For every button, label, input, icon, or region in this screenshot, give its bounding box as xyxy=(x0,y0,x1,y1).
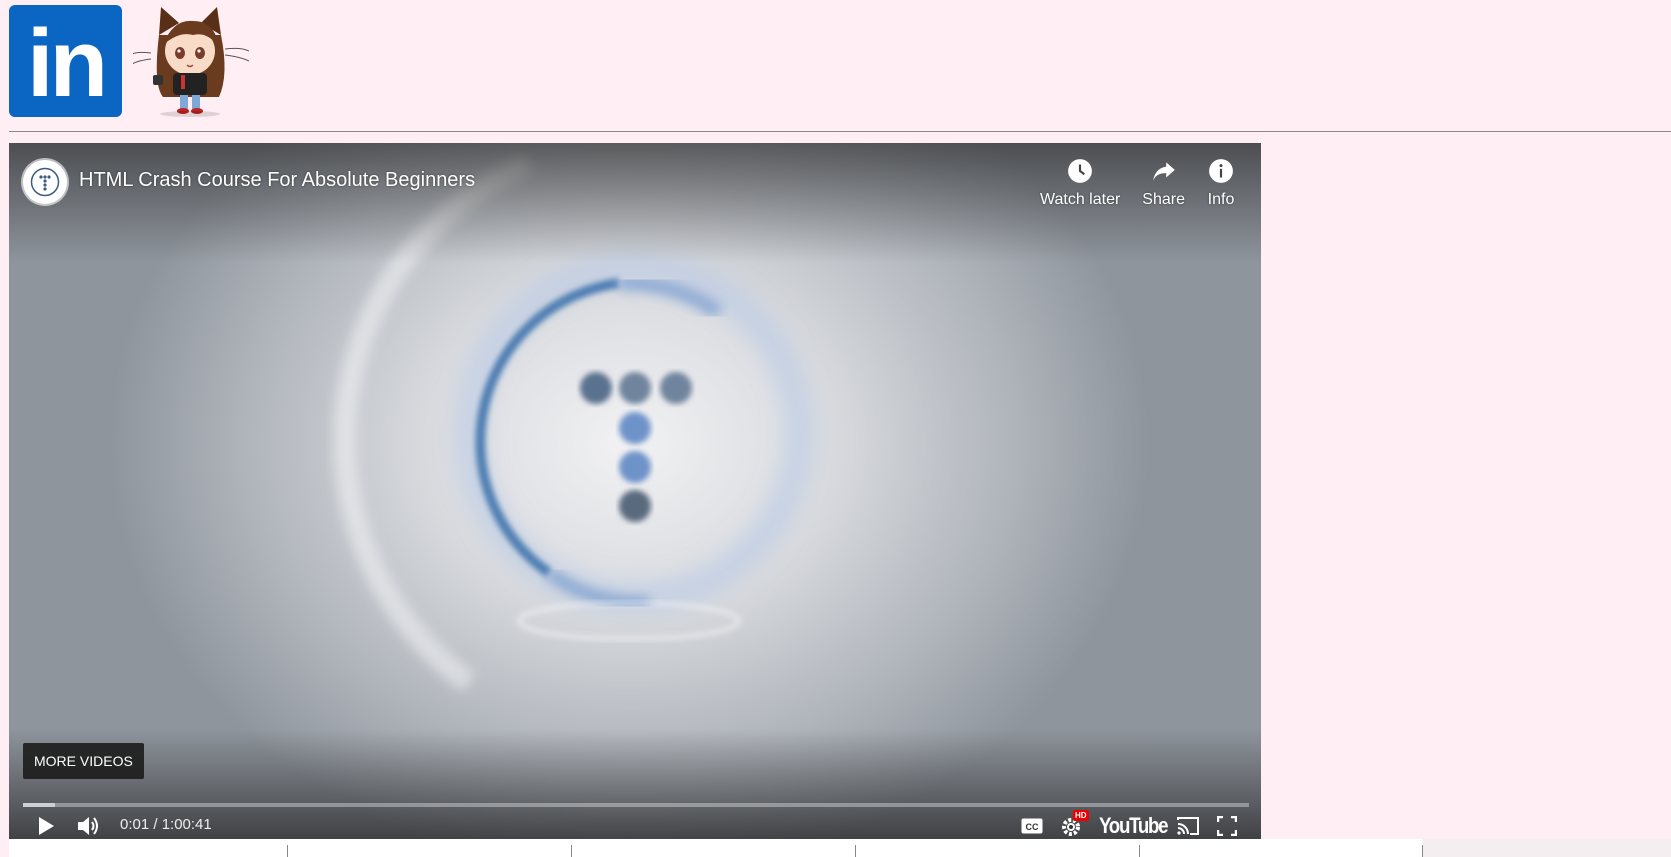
column-divider xyxy=(1139,845,1140,857)
play-icon xyxy=(39,817,54,835)
youtube-logo-link[interactable]: YouTube xyxy=(1099,813,1179,839)
horizontal-rule xyxy=(9,131,1671,132)
bottom-table-strip xyxy=(9,839,1423,857)
fullscreen-button[interactable] xyxy=(1214,813,1240,839)
header: in xyxy=(9,5,250,117)
linkedin-logo-link[interactable]: in xyxy=(9,5,122,117)
volume-icon xyxy=(78,817,98,835)
cc-icon: CC xyxy=(1021,818,1043,834)
column-divider xyxy=(855,845,856,857)
youtube-logo-text: YouTube xyxy=(1099,813,1169,838)
linkedin-logo-text: in xyxy=(26,10,108,117)
channel-logo-icon xyxy=(30,167,60,197)
player-controls: 0:01 / 1:00:41 CC HD YouTube xyxy=(9,810,1261,839)
hd-badge: HD xyxy=(1073,810,1089,821)
bottom-right-area xyxy=(1423,839,1671,857)
fullscreen-icon xyxy=(1217,816,1237,836)
share-arrow-icon xyxy=(1150,157,1178,185)
share-label: Share xyxy=(1142,191,1185,208)
octocat-image[interactable] xyxy=(130,5,250,117)
svg-text:CC: CC xyxy=(1026,822,1039,832)
share-button[interactable]: Share xyxy=(1142,157,1185,209)
column-divider xyxy=(571,845,572,857)
info-label: Info xyxy=(1207,191,1235,208)
info-button[interactable]: Info xyxy=(1207,157,1235,209)
clock-icon xyxy=(1066,157,1094,185)
progress-loaded xyxy=(23,803,55,807)
channel-avatar[interactable] xyxy=(23,160,67,204)
video-title-link[interactable]: HTML Crash Course For Absolute Beginners xyxy=(79,169,475,192)
watch-later-button[interactable]: Watch later xyxy=(1040,157,1120,209)
play-button[interactable] xyxy=(33,813,59,839)
cast-icon xyxy=(1177,817,1199,835)
progress-bar[interactable] xyxy=(23,803,1249,807)
info-icon xyxy=(1207,157,1235,185)
settings-button[interactable]: HD xyxy=(1059,810,1089,839)
cast-button[interactable] xyxy=(1174,813,1202,839)
watch-later-label: Watch later xyxy=(1039,191,1121,208)
video-player[interactable]: HTML Crash Course For Absolute Beginners… xyxy=(9,143,1261,839)
mute-button[interactable] xyxy=(75,813,103,839)
captions-button[interactable]: CC xyxy=(1020,813,1044,839)
more-videos-button[interactable]: MORE VIDEOS xyxy=(23,743,144,779)
column-divider xyxy=(287,845,288,857)
time-display: 0:01 / 1:00:41 xyxy=(120,816,212,833)
top-actions: Watch later Share Info xyxy=(1040,157,1235,209)
